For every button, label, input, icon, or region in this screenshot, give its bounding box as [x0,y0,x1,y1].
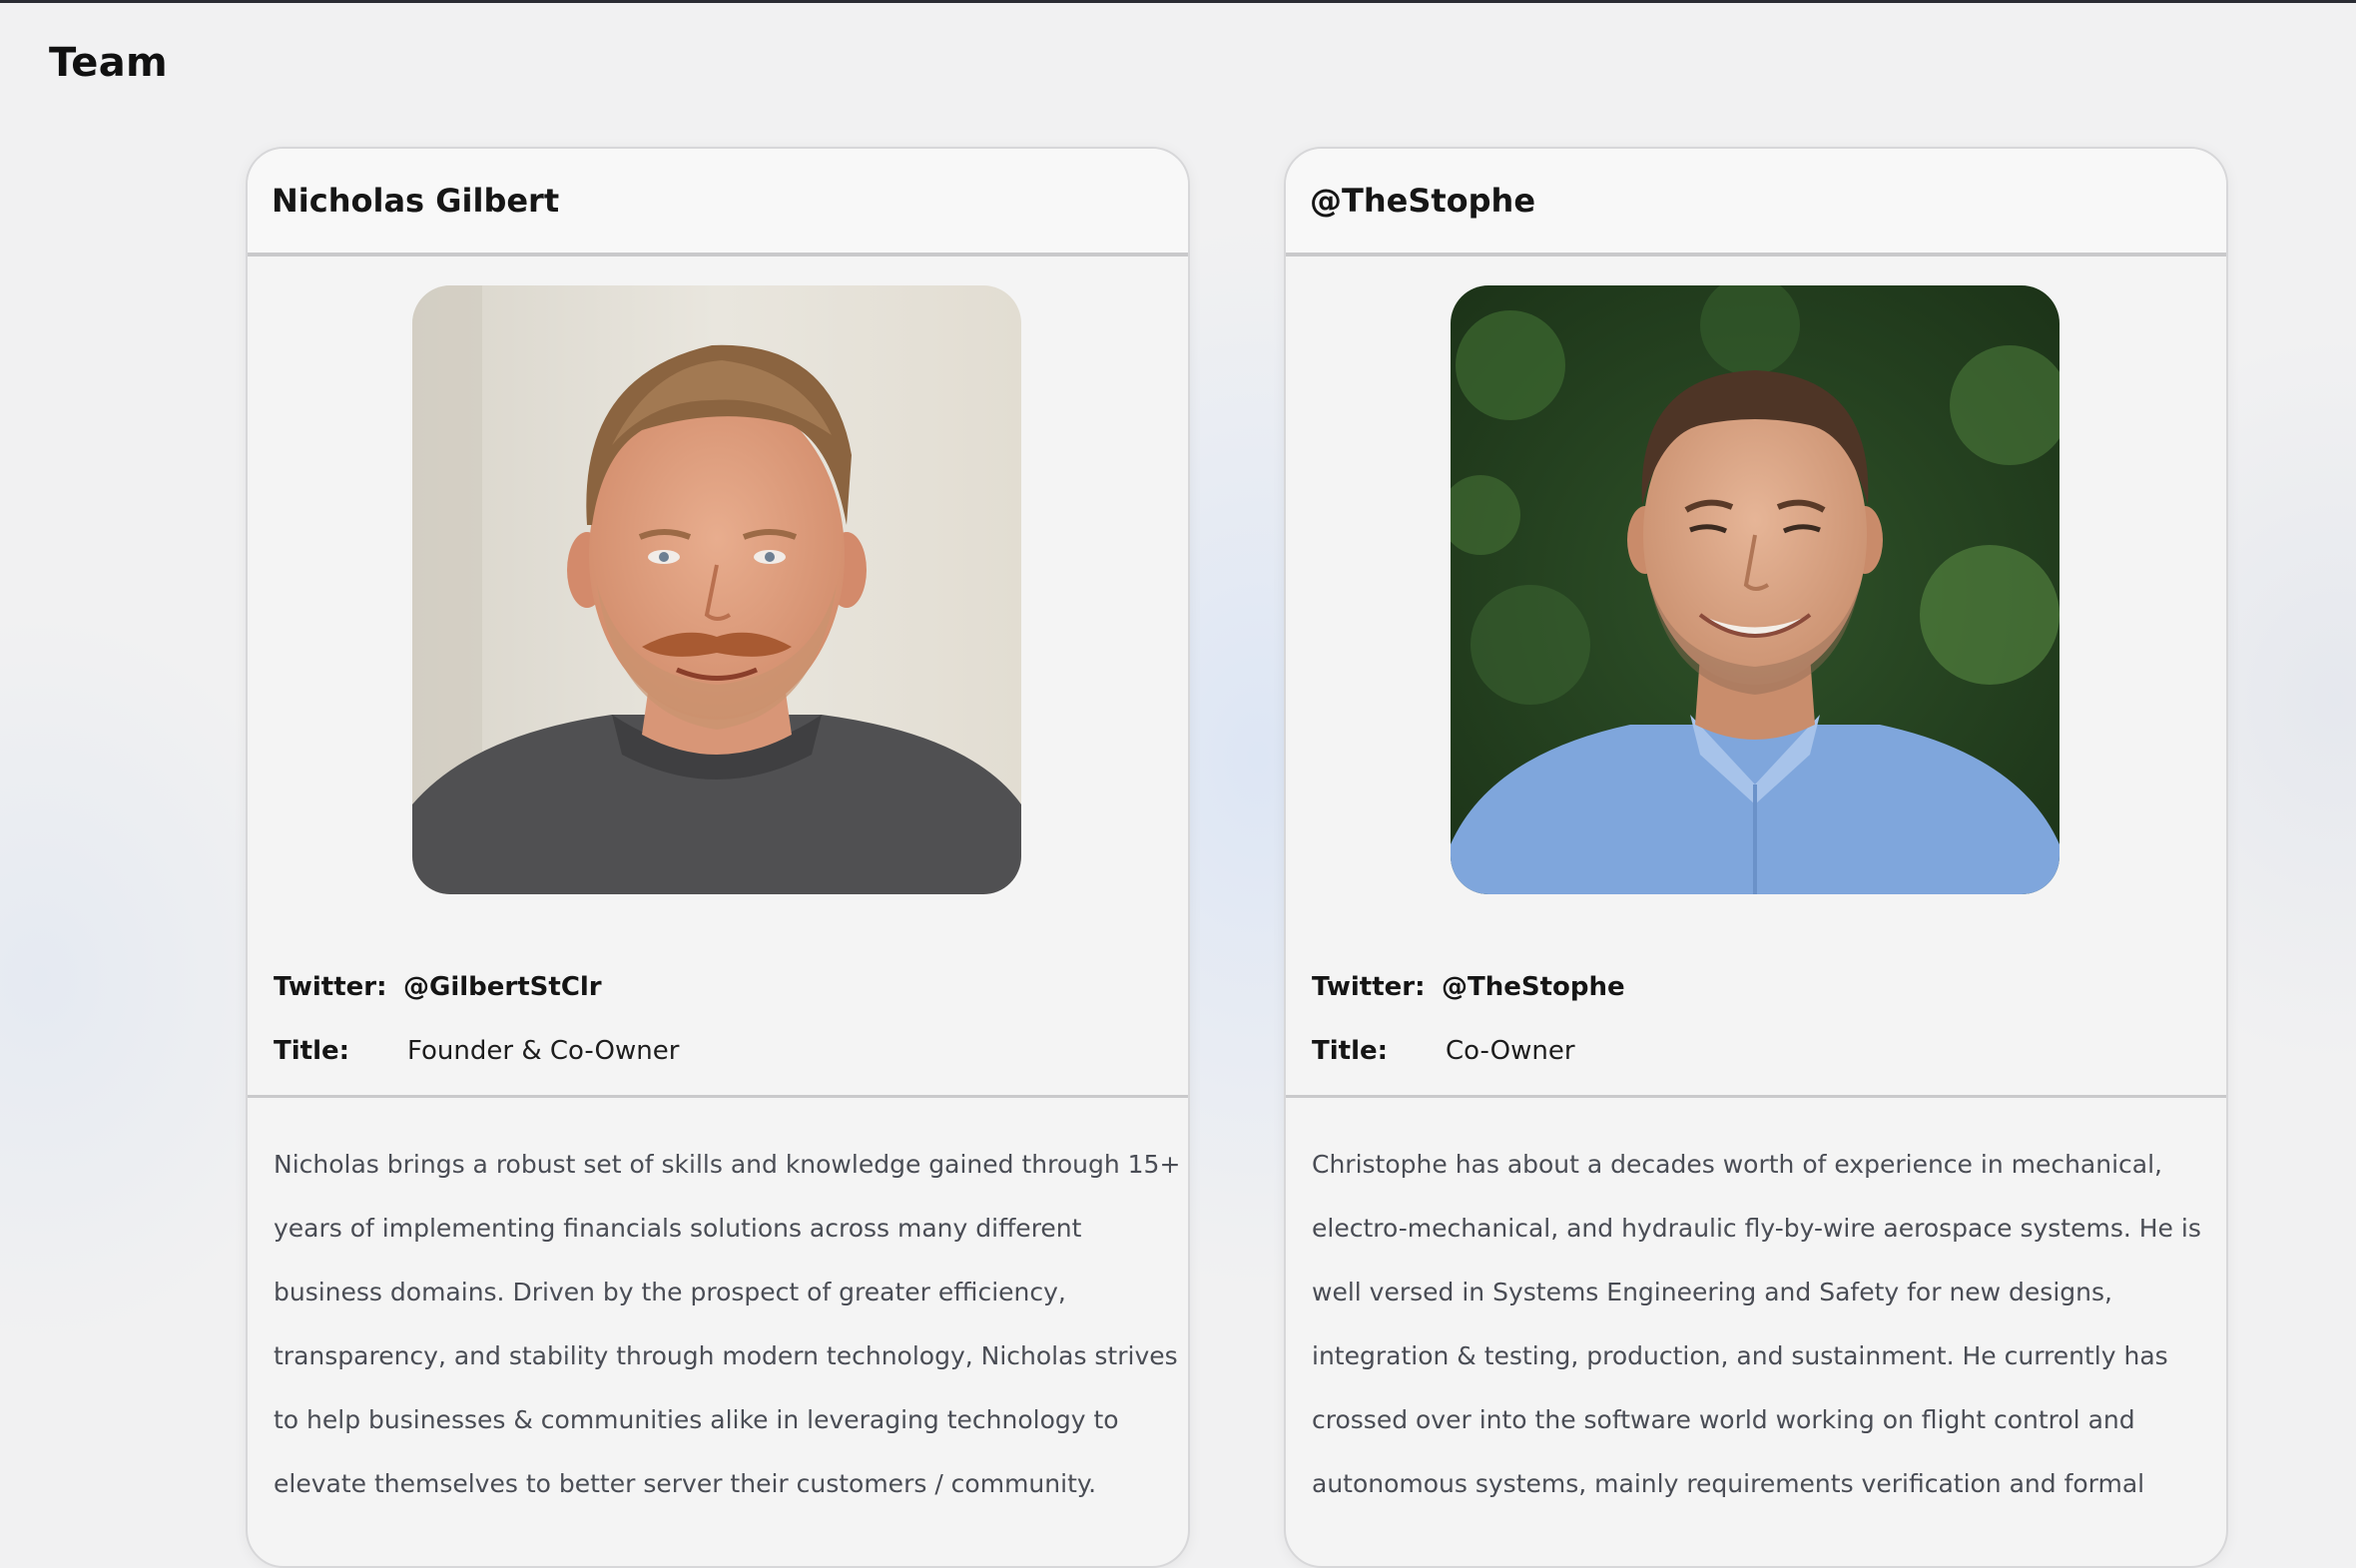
bio-line: well versed in Systems Engineering and S… [1312,1278,2112,1307]
twitter-handle: @GilbertStClr [403,972,602,1002]
title-value: Co-Owner [1446,1036,1575,1066]
title-value: Founder & Co-Owner [407,1036,680,1066]
member-bio: Nicholas brings a robust set of skills a… [274,1133,1181,1516]
bio-line: Christophe has about a decades worth of … [1312,1150,2163,1179]
bio-line: crossed over into the software world wor… [1312,1405,2135,1434]
bio-line: integration & testing, production, and s… [1312,1341,2168,1370]
card-divider [248,1095,1188,1098]
bio-line: electro-mechanical, and hydraulic fly-by… [1312,1214,2201,1243]
twitter-label: Twitter: [274,972,387,1002]
bio-line: autonomous systems, mainly requirements … [1312,1469,2145,1498]
member-photo [1451,285,2060,894]
bio-line: elevate themselves to better server thei… [274,1469,1097,1498]
title-row: Title: Founder & Co-Owner [274,1019,1152,1083]
member-name: @TheStophe [1310,182,1536,220]
twitter-row: Twitter: @TheStophe [1312,955,2190,1019]
portrait-photo-icon [412,285,1021,894]
title-row: Title: Co-Owner [1312,1019,2190,1083]
bio-line: Nicholas brings a robust set of skills a… [274,1150,1181,1179]
twitter-label: Twitter: [1312,972,1426,1002]
portrait-photo-icon [1451,285,2060,894]
bio-line: to help businesses & communities alike i… [274,1405,1119,1434]
title-label: Title: [274,1036,350,1066]
member-name: Nicholas Gilbert [272,182,560,220]
title-label: Title: [1312,1036,1389,1066]
page-title: Team [49,40,168,86]
card-divider [1286,1095,2226,1098]
bio-line: years of implementing financials solutio… [274,1214,1082,1243]
member-info: Twitter: @GilbertStClr Title: Founder & … [274,955,1152,1083]
member-photo [412,285,1021,894]
member-info: Twitter: @TheStophe Title: Co-Owner [1312,955,2190,1083]
twitter-row: Twitter: @GilbertStClr [274,955,1152,1019]
twitter-handle: @TheStophe [1442,972,1625,1002]
bio-line: transparency, and stability through mode… [274,1341,1178,1370]
card-header: @TheStophe [1286,149,2226,257]
member-bio: Christophe has about a decades worth of … [1312,1133,2210,1516]
top-border [0,0,2356,3]
bio-line: business domains. Driven by the prospect… [274,1278,1066,1307]
team-card-nicholas: Nicholas Gilbert Twitter: @GilbertStClr … [246,147,1190,1568]
card-header: Nicholas Gilbert [248,149,1188,257]
team-card-thestophe: @TheStophe Twitter: @TheStophe Title: Co… [1284,147,2228,1568]
